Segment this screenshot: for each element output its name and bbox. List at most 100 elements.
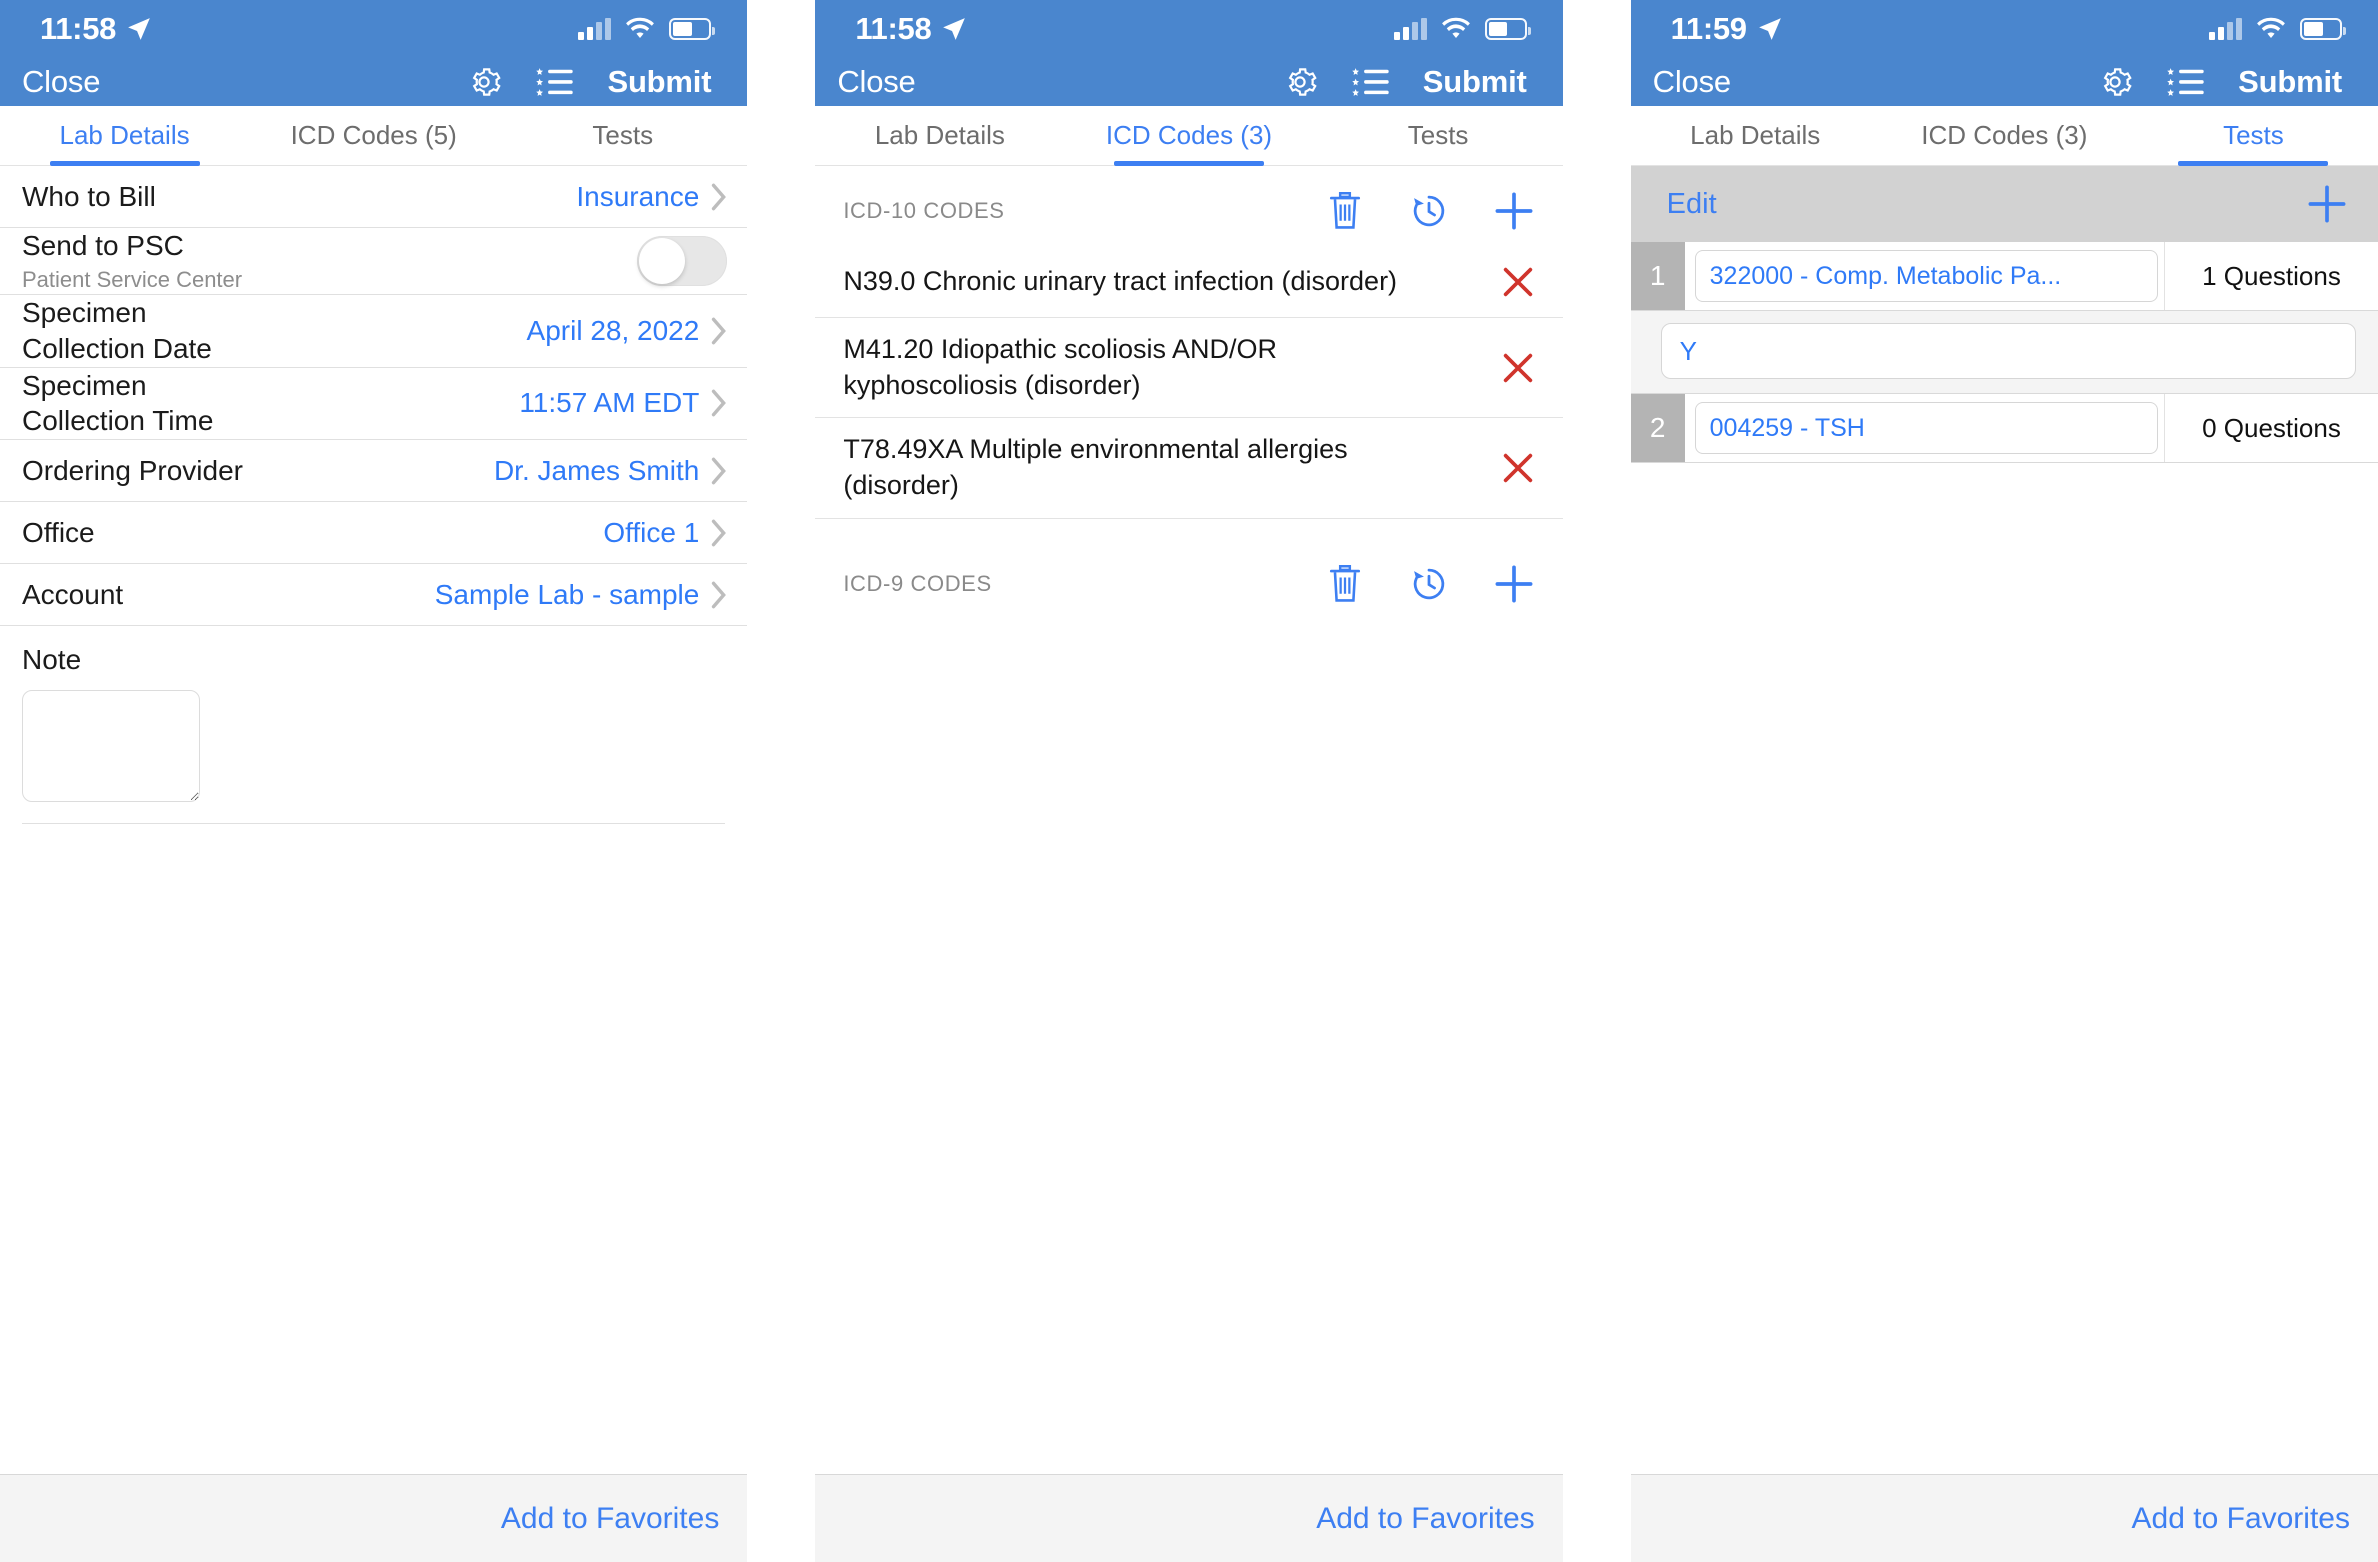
edit-button[interactable]: Edit: [1667, 188, 1717, 221]
test-row[interactable]: 2 004259 - TSH 0 Questions: [1630, 394, 2378, 463]
test-answer-field[interactable]: Y: [1660, 323, 2356, 379]
nav-bar: Close Submit: [0, 58, 748, 106]
row-label: Who to Bill: [22, 180, 156, 212]
test-name-field[interactable]: 004259 - TSH: [1694, 402, 2158, 454]
trash-icon[interactable]: [1325, 563, 1365, 605]
nav-bar-actions: Submit: [465, 63, 712, 101]
test-questions-button[interactable]: 1 Questions: [2163, 242, 2378, 310]
row-value: Insurance: [576, 180, 700, 212]
row-label-sub: Patient Service Center: [22, 266, 243, 292]
tab-tests[interactable]: Tests: [2129, 106, 2378, 165]
send-to-psc-toggle[interactable]: [637, 235, 728, 286]
close-button[interactable]: Close: [1653, 64, 1731, 100]
icd-code-row[interactable]: M41.20 Idiopathic scoliosis AND/OR kypho…: [815, 318, 1563, 419]
test-questions-button[interactable]: 0 Questions: [2163, 394, 2378, 462]
phone-panel-tests: 11:59 Close Submit Lab Details ICD Codes…: [1630, 0, 2378, 1562]
tab-tests[interactable]: Tests: [498, 106, 747, 165]
tab-icd-codes[interactable]: ICD Codes (5): [249, 106, 498, 165]
note-input[interactable]: [22, 690, 200, 803]
battery-icon: [669, 18, 716, 40]
submit-button[interactable]: Submit: [2238, 64, 2342, 100]
form-row-specimen-collection-date[interactable]: Specimen Collection Date April 28, 2022: [0, 295, 748, 368]
row-value: Sample Lab - sample: [434, 578, 700, 610]
row-label: Send to PSC Patient Service Center: [22, 228, 242, 294]
history-clock-icon[interactable]: [1409, 190, 1449, 232]
chevron-right-icon: [712, 317, 727, 345]
row-value-group: Dr. James Smith: [494, 455, 727, 487]
plus-icon[interactable]: [1493, 190, 1535, 232]
remove-x-icon[interactable]: [1501, 451, 1535, 485]
remove-x-icon[interactable]: [1501, 351, 1535, 385]
trash-icon[interactable]: [1325, 190, 1365, 232]
tab-icd-codes[interactable]: ICD Codes (3): [1880, 106, 2129, 165]
footer-bar: Add to Favorites: [815, 1474, 1563, 1562]
icd10-section-header: ICD-10 CODES: [815, 166, 1562, 246]
icd9-section-header: ICD-9 CODES: [815, 519, 1562, 619]
wifi-icon: [1441, 17, 1470, 38]
status-bar-left: 11:59: [1671, 11, 1783, 47]
battery-icon: [1484, 18, 1531, 40]
form-row-office[interactable]: Office Office 1: [0, 502, 748, 565]
cellular-signal-icon: [2208, 18, 2242, 40]
remove-x-icon[interactable]: [1501, 265, 1535, 299]
tab-tests[interactable]: Tests: [1314, 106, 1563, 165]
test-name-cell: 004259 - TSH: [1685, 394, 2164, 462]
chevron-right-icon: [712, 183, 727, 210]
icd-code-row[interactable]: T78.49XA Multiple environmental allergie…: [815, 418, 1563, 519]
phone-panel-icd-codes: 11:58 Close Submit Lab Details ICD Codes…: [815, 0, 1563, 1562]
location-arrow-icon: [128, 18, 150, 40]
tab-lab-details[interactable]: Lab Details: [0, 106, 249, 165]
star-list-icon[interactable]: [1351, 65, 1391, 99]
star-list-icon[interactable]: [2166, 65, 2206, 99]
icd-code-text: M41.20 Idiopathic scoliosis AND/OR kypho…: [843, 334, 1278, 400]
close-button[interactable]: Close: [837, 64, 915, 100]
row-label: Specimen Collection Time: [22, 369, 214, 437]
tab-lab-details[interactable]: Lab Details: [1631, 106, 1880, 165]
form-row-account[interactable]: Account Sample Lab - sample: [0, 564, 748, 627]
tab-icd-codes[interactable]: ICD Codes (3): [1064, 106, 1313, 165]
add-to-favorites-button[interactable]: Add to Favorites: [501, 1502, 719, 1536]
test-answer-row: Y: [1630, 311, 2378, 394]
tab-bar: Lab Details ICD Codes (3) Tests: [1630, 106, 2378, 166]
status-bar-right: [2208, 17, 2346, 41]
tab-bar: Lab Details ICD Codes (3) Tests: [815, 106, 1563, 166]
star-list-icon[interactable]: [535, 65, 575, 99]
icd-code-row[interactable]: N39.0 Chronic urinary tract infection (d…: [815, 246, 1563, 318]
history-clock-icon[interactable]: [1409, 563, 1449, 605]
test-name-field[interactable]: 322000 - Comp. Metabolic Pa...: [1694, 250, 2158, 302]
row-label-main: Send to PSC: [22, 230, 184, 261]
gear-icon[interactable]: [465, 63, 503, 101]
plus-icon[interactable]: [1493, 563, 1535, 605]
tests-toolbar: Edit: [1630, 166, 2378, 242]
test-row[interactable]: 1 322000 - Comp. Metabolic Pa... 1 Quest…: [1630, 242, 2378, 311]
icd-code-text: T78.49XA Multiple environmental allergie…: [843, 434, 1348, 500]
test-row-number: 1: [1630, 242, 1685, 310]
form-row-specimen-collection-time[interactable]: Specimen Collection Time 11:57 AM EDT: [0, 368, 748, 441]
icd9-section-title: ICD-9 CODES: [843, 570, 992, 596]
nav-bar-actions: Submit: [1281, 63, 1527, 101]
submit-button[interactable]: Submit: [1423, 64, 1527, 100]
close-button[interactable]: Close: [22, 64, 100, 100]
note-section: Note: [0, 626, 747, 825]
form-row-who-to-bill[interactable]: Who to Bill Insurance: [0, 166, 748, 228]
nav-bar: Close Submit: [815, 58, 1563, 106]
submit-button[interactable]: Submit: [607, 64, 711, 100]
tab-lab-details[interactable]: Lab Details: [815, 106, 1064, 165]
tests-content: Edit 1 322000 - Comp. Metabolic Pa... 1 …: [1630, 166, 2378, 1474]
nav-bar: Close Submit: [1630, 58, 2378, 106]
icd10-section-title: ICD-10 CODES: [843, 198, 1005, 223]
status-bar: 11:59: [1630, 0, 2378, 58]
lab-details-form: Who to Bill Insurance Send to PSC Patien…: [0, 166, 748, 1474]
gear-icon[interactable]: [2096, 63, 2134, 101]
add-to-favorites-button[interactable]: Add to Favorites: [1316, 1502, 1534, 1536]
form-row-ordering-provider[interactable]: Ordering Provider Dr. James Smith: [0, 440, 748, 503]
row-value: April 28, 2022: [526, 314, 700, 346]
add-to-favorites-button[interactable]: Add to Favorites: [2132, 1502, 2350, 1536]
row-value-group: Sample Lab - sample: [435, 579, 728, 611]
plus-icon[interactable]: [2306, 183, 2348, 225]
tab-bar: Lab Details ICD Codes (5) Tests: [0, 106, 748, 166]
form-row-send-to-psc[interactable]: Send to PSC Patient Service Center: [0, 228, 748, 295]
footer-bar: Add to Favorites: [0, 1474, 748, 1562]
gear-icon[interactable]: [1281, 63, 1319, 101]
status-bar-left: 11:58: [855, 11, 967, 47]
